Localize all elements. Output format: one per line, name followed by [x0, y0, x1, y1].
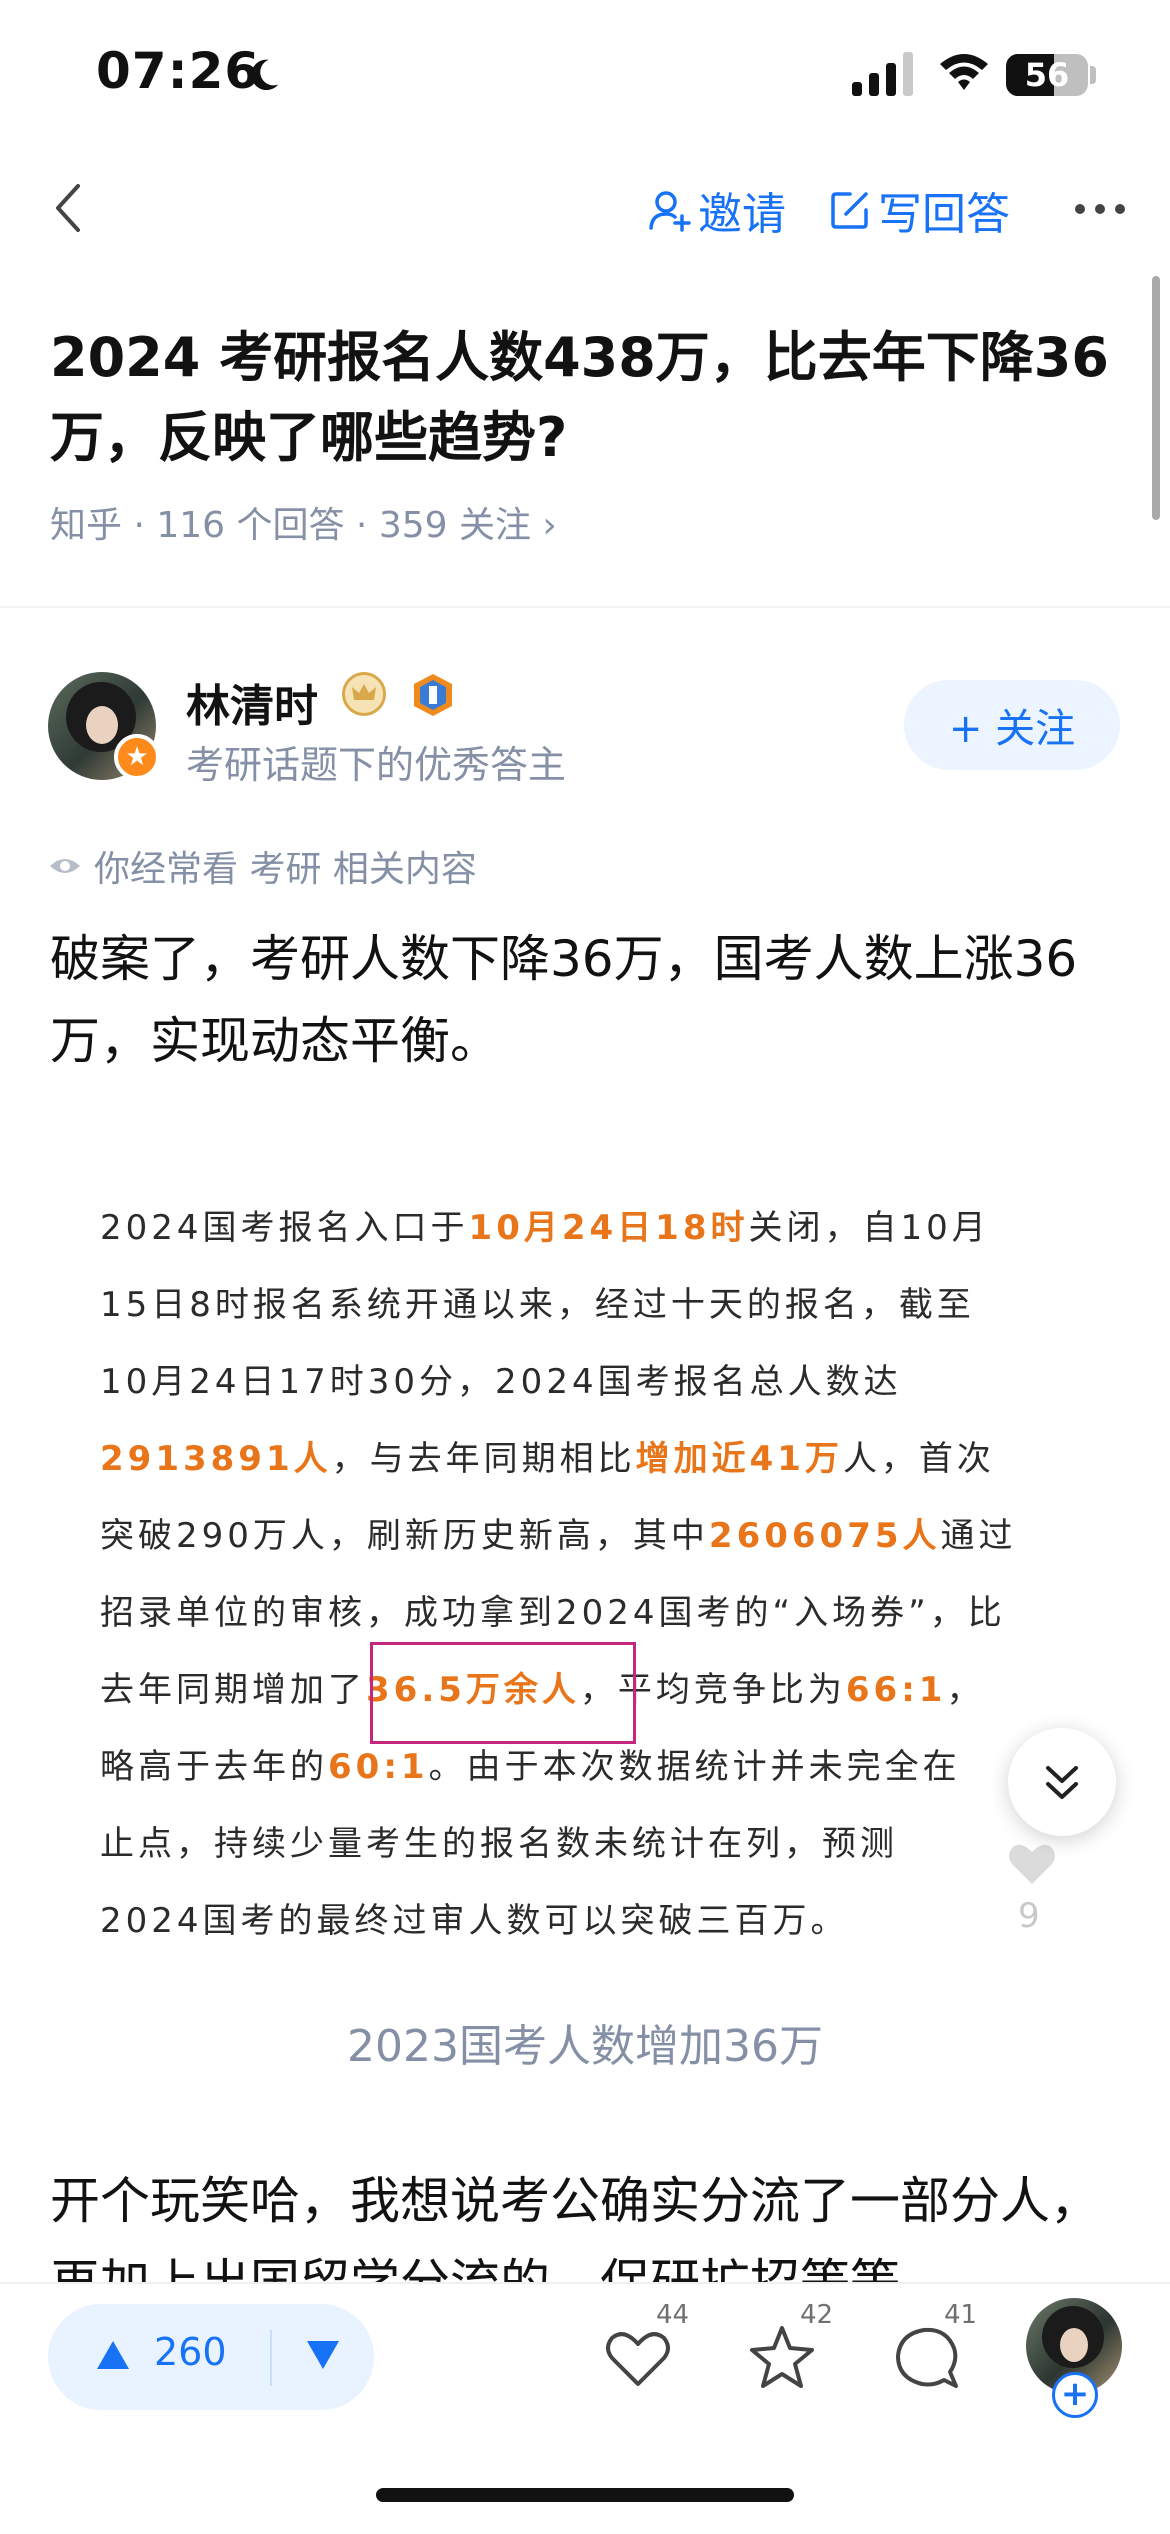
next-answer-button[interactable]: [1008, 1728, 1116, 1836]
image-text-segment: 。由于本次数据统计并未完全在: [428, 1747, 961, 1787]
upvote-arrow-icon[interactable]: [94, 2336, 132, 2374]
add-plus-icon[interactable]: +: [1052, 2372, 1098, 2418]
hint-text: 你经常看 考研 相关内容: [94, 849, 477, 890]
crown-badge-icon: [342, 672, 386, 716]
image-text-segment: 10月24日17时30分，2024国考报名总人数达: [100, 1362, 902, 1402]
image-text-segment: 止点，持续少量考生的报名数未统计在列，预测: [100, 1824, 898, 1864]
image-text-line: 招录单位的审核，成功拿到2024国考的“入场券”，比: [100, 1575, 1090, 1652]
answer-paragraph-1: 破案了，考研人数下降36万，国考人数上涨36万，实现动态平衡。: [50, 930, 1078, 1070]
image-text-segment: ，: [946, 1670, 985, 1710]
highlighted-figure: 66:1: [845, 1670, 947, 1710]
write-answer-label: 写回答: [878, 189, 1010, 240]
image-text-segment: ，与去年同期相比: [331, 1439, 636, 1479]
upvote-count[interactable]: 260: [154, 2330, 227, 2374]
image-text-line: 2024国考的最终过审人数可以突破三百万。: [100, 1883, 1090, 1960]
image-text-segment: 人，首次: [842, 1439, 995, 1479]
highlighted-figure: 增加近41万: [635, 1439, 843, 1479]
add-person-icon: [649, 191, 691, 232]
image-text-segment: 去年同期增加了: [100, 1670, 366, 1710]
vote-separator: [270, 2330, 272, 2386]
battery-tip: [1090, 66, 1096, 84]
invite-button[interactable]: 邀请: [648, 178, 786, 242]
medal-badge-icon: [414, 674, 452, 716]
question-meta[interactable]: 知乎 · 116 个回答 · 359 关注 ›: [50, 496, 557, 548]
highlight-box: [370, 1642, 636, 1744]
image-text-line: 15日8时报名系统开通以来，经过十天的报名，截至: [100, 1267, 1090, 1344]
back-chevron-icon[interactable]: [48, 180, 88, 236]
battery-level: 56: [1024, 56, 1070, 94]
verified-badge-icon: ★: [114, 734, 160, 780]
downvote-arrow-icon[interactable]: [304, 2336, 342, 2374]
question-title[interactable]: 2024 考研报名人数438万，比去年下降36万，反映了哪些趋势?: [50, 318, 1110, 478]
image-text-segment: 2024国考的最终过审人数可以突破三百万。: [100, 1901, 849, 1941]
image-text-segment: 通过: [940, 1516, 1017, 1556]
double-chevron-down-icon: [1046, 1766, 1078, 1799]
edit-icon: [831, 192, 868, 229]
image-text-segment: 略高于去年的: [100, 1747, 328, 1787]
highlighted-figure: 60:1: [328, 1747, 429, 1787]
image-text-segment: 关闭，自10月: [748, 1208, 990, 1248]
home-indicator[interactable]: [376, 2488, 794, 2502]
author-description: 考研话题下的优秀答主: [186, 743, 567, 787]
cellular-signal-icon: [852, 52, 913, 96]
image-text-line: 10月24日17时30分，2024国考报名总人数达: [100, 1344, 1090, 1421]
image-text-line: 突破290万人，刷新历史新高，其中2606075人通过: [100, 1498, 1090, 1575]
image-text-line: 止点，持续少量考生的报名数未统计在列，预测: [100, 1806, 1090, 1883]
write-answer-button[interactable]: 写回答: [828, 178, 1010, 242]
scrollbar[interactable]: [1152, 276, 1160, 520]
status-time: 07:26: [96, 42, 261, 100]
invite-label: 邀请: [698, 189, 786, 240]
comment-bubble-icon[interactable]: [888, 2320, 964, 2396]
image-text-segment: 2024国考报名入口于: [100, 1208, 469, 1248]
highlighted-figure: 2913891人: [100, 1439, 332, 1479]
highlighted-figure: 10月24日18时: [468, 1208, 749, 1248]
like-count: 44: [656, 2300, 690, 2330]
recommendation-hint: 你经常看 考研 相关内容: [48, 840, 477, 892]
comment-count: 41: [944, 2300, 978, 2330]
answer-image[interactable]: 2024国考报名入口于10月24日18时关闭，自10月 15日8时报名系统开通以来…: [100, 1190, 1090, 1960]
moon-icon: [251, 59, 279, 91]
image-text-segment: 15日8时报名系统开通以来，经过十天的报名，截至: [100, 1285, 975, 1325]
image-text-line: 2913891人，与去年同期相比增加近41万人，首次: [100, 1421, 1090, 1498]
like-heart-icon[interactable]: [600, 2320, 676, 2396]
heart-icon[interactable]: [1004, 1836, 1060, 1892]
image-text-segment: 招录单位的审核，成功拿到2024国考的“入场券”，比: [100, 1593, 1006, 1633]
section-divider: [0, 606, 1170, 608]
favorite-star-icon[interactable]: [744, 2320, 820, 2396]
image-caption: 2023国考人数增加36万: [347, 2021, 823, 2072]
highlighted-figure: 2606075人: [708, 1516, 941, 1556]
image-text-segment: 突破290万人，刷新历史新高，其中: [100, 1516, 709, 1556]
follow-button[interactable]: + 关注: [904, 680, 1120, 770]
favorite-count: 42: [800, 2300, 834, 2330]
battery-indicator: 56: [1006, 54, 1088, 96]
image-text-line: 2024国考报名入口于10月24日18时关闭，自10月: [100, 1190, 1090, 1267]
more-options-icon[interactable]: [1074, 202, 1126, 216]
eye-icon: [50, 859, 80, 873]
author-name[interactable]: 林清时: [186, 670, 318, 734]
floating-like-count: 9: [1018, 1896, 1040, 1936]
wifi-icon: [940, 54, 988, 90]
